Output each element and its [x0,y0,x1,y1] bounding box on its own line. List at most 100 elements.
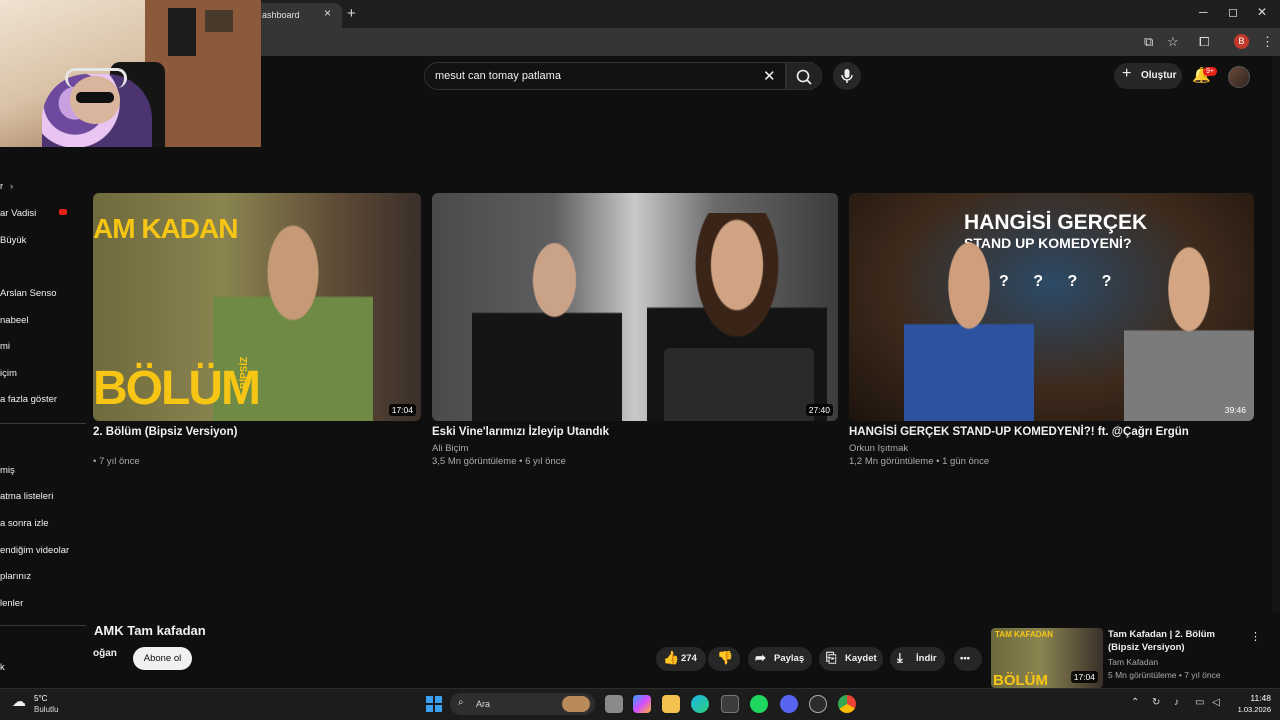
sidebar-item[interactable]: Büyük [0,235,26,246]
sidebar-show-more[interactable]: a fazla göster [0,394,57,405]
save-button[interactable]: ⎘ Kaydet [819,647,883,671]
create-button[interactable]: + Oluştur [1114,63,1182,89]
start-tile [435,705,442,712]
clear-search-icon[interactable]: ✕ [763,67,776,85]
recommended-video-thumbnail[interactable]: TAM KAFADAN BÖLÜM 17:04 [991,628,1103,688]
sidebar-item[interactable]: a sonra izle [0,518,49,529]
like-count: 274 [681,653,697,664]
video-title[interactable]: Eski Vine'larımızı İzleyip Utandık [432,426,609,438]
video-thumbnail[interactable]: HANGİSİ GERÇEK STAND UP KOMEDYENİ? ? ? ?… [849,193,1254,421]
thumbs-up-icon: 👍 [663,650,680,665]
start-tile [426,696,433,703]
store-icon[interactable] [721,695,739,713]
sidebar: r › ar Vadisi Büyük Arslan Senso nabeel … [0,147,93,687]
search-button[interactable] [786,62,822,90]
network-icon[interactable]: ▭ [1195,697,1204,708]
recommended-more-icon[interactable]: ⋮ [1250,630,1261,643]
sidebar-item[interactable]: atma listeleri [0,491,53,502]
sidebar-item[interactable]: miş [0,465,15,476]
video-title[interactable]: HANGİSİ GERÇEK STAND-UP KOMEDYENİ?! ft. … [849,426,1189,438]
recommended-thumbnail-brand: TAM KAFADAN [995,630,1054,639]
taskbar-clock-date[interactable]: 1.03.2026 [1229,705,1271,714]
start-tile [426,705,433,712]
spotify-icon[interactable] [750,695,768,713]
voice-search-button[interactable] [833,62,861,90]
sidebar-item[interactable]: endiğim videolar [0,545,69,556]
share-button[interactable]: ➦ Paylaş [748,647,812,671]
discord-icon[interactable] [780,695,798,713]
app-icon[interactable] [809,695,827,713]
subscribe-button[interactable]: Abone ol [133,647,192,670]
more-actions-button[interactable]: ••• [954,647,982,671]
volume-icon[interactable]: ◁ [1212,697,1220,708]
maximize-icon[interactable]: ◻ [1228,5,1238,19]
sidebar-item[interactable]: ar Vadisi [0,208,36,219]
chevron-right-icon[interactable]: › [10,181,13,192]
thumbnail-person-left [904,233,1034,421]
extensions-icon[interactable]: ⧠ [1199,34,1209,50]
weather-temperature[interactable]: 5°C [34,694,47,703]
sidebar-item[interactable]: mi [0,341,10,352]
webcam-sunglasses [76,92,114,103]
video-thumbnail[interactable]: 27:40 [432,193,838,421]
player-channel-name[interactable]: oğan [93,648,117,659]
video-channel[interactable]: Orkun Işıtmak [849,443,908,454]
sidebar-divider [0,625,86,626]
edge-icon[interactable] [691,695,709,713]
mic-tray-icon[interactable]: ♪ [1174,697,1179,708]
recommended-video-channel[interactable]: Tam Kafadan [1108,657,1158,667]
webcam-headphones [65,68,127,88]
dislike-button[interactable]: 👎 [708,647,740,671]
taskbar-search-label: Ara [476,699,491,709]
sidebar-item[interactable]: içim [0,368,17,379]
weather-cloud-icon[interactable]: ☁ [12,693,26,710]
like-button[interactable]: 👍 274 [656,647,706,671]
sidebar-item[interactable]: r [0,181,3,192]
search-input[interactable]: mesut can tomay patlama ✕ [424,62,786,90]
task-view-icon[interactable] [605,695,623,713]
chrome-icon[interactable] [838,695,856,713]
download-button[interactable]: ⤓ İndir [890,647,945,671]
file-explorer-icon[interactable] [662,695,680,713]
minimize-icon[interactable]: ─ [1199,5,1208,19]
copilot-icon[interactable] [633,695,651,713]
sidebar-item[interactable]: plarınız [0,571,31,582]
plus-icon: + [1122,65,1132,82]
browser-tab[interactable]: ashboard × [250,3,342,28]
thumbnail-person-right [1124,238,1254,421]
recommended-video-title[interactable]: Tam Kafadan | 2. Bölüm (Bipsiz Versiyon) [1108,628,1248,654]
bookmark-star-icon[interactable]: ☆ [1167,34,1179,50]
search-icon [796,69,812,85]
player-video-title: AMK Tam kafadan [94,623,206,638]
browser-profile-avatar[interactable]: B [1234,34,1249,49]
more-dots-icon: ••• [960,653,970,664]
video-channel[interactable]: Ali Biçim [432,443,468,454]
video-thumbnail[interactable]: AM KADAN BÖLÜM BİPSİZ 17:04 [93,193,421,421]
share-label: Paylaş [774,653,805,664]
sidebar-item[interactable]: nabeel [0,315,29,326]
new-tab-button[interactable]: + [347,5,356,22]
recommended-video-duration: 17:04 [1070,671,1098,683]
thumbnail-laptop [664,348,814,421]
windows-start-icon[interactable] [426,696,442,712]
sync-icon[interactable]: ↻ [1152,697,1160,708]
taskbar-clock-time[interactable]: 11:48 [1239,693,1271,703]
sidebar-item[interactable]: k [0,662,5,673]
thumbnail-headline: HANGİSİ GERÇEK [964,211,1148,234]
webcam-overlay [0,0,261,147]
tab-close-icon[interactable]: × [324,6,331,20]
page-scrollbar[interactable] [1272,56,1280,686]
webcam-frame [205,10,233,32]
sidebar-item[interactable]: lenler [0,598,23,609]
video-title[interactable]: 2. Bölüm (Bipsiz Versiyon) [93,426,237,438]
cast-icon[interactable]: ⧉ [1144,34,1153,50]
tray-chevron-up-icon[interactable]: ⌃ [1131,697,1139,708]
chrome-menu-icon[interactable]: ⋮ [1261,34,1274,50]
thumbnail-brand-text: AM KADAN [93,213,238,244]
taskbar-search[interactable]: ⌕ Ara [450,693,595,715]
weather-description[interactable]: Bulutlu [34,705,58,714]
close-window-icon[interactable]: ✕ [1257,5,1267,19]
start-tile [435,696,442,703]
sidebar-item[interactable]: Arslan Senso [0,288,57,299]
account-avatar[interactable] [1228,66,1250,88]
